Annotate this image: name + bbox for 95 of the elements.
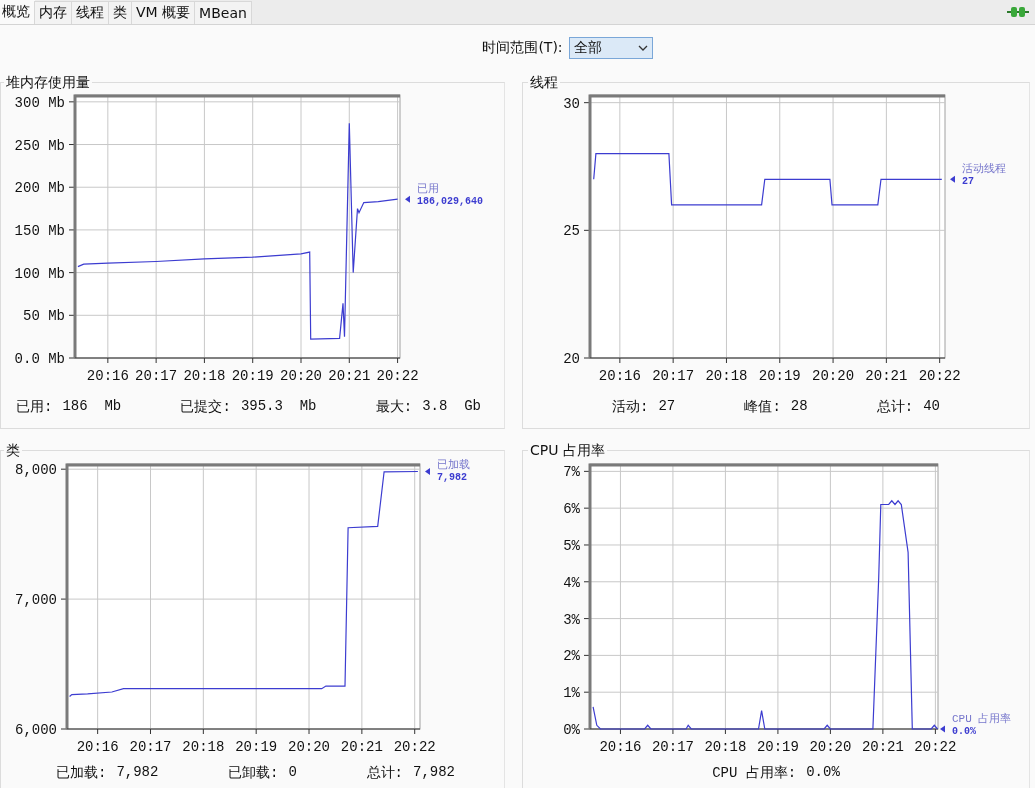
axis-label: 20:22 (393, 739, 436, 755)
tab[interactable]: 内存 (34, 1, 72, 24)
axis-label: 6,000 (15, 722, 57, 738)
stat-value: 28 (790, 398, 808, 416)
time-range-dropdown[interactable]: 全部 (568, 37, 653, 59)
axis-label: 20:16 (599, 739, 642, 755)
stat-value: 40 (923, 398, 940, 416)
axis-label: 200 Mb (14, 180, 65, 197)
stat-label: 总计: (876, 398, 914, 416)
stat-value: 0.0% (806, 764, 840, 782)
axis-label: 20:16 (598, 368, 641, 384)
tab[interactable]: 概览 (0, 0, 35, 24)
legend-label: 已加载 (437, 459, 470, 471)
legend-value: 27 (962, 176, 974, 188)
legend-label: 活动线程 (962, 163, 1006, 176)
marker-icon (950, 175, 955, 183)
stat-label: 最大: (375, 398, 413, 416)
tab[interactable]: MBean (194, 1, 252, 24)
axis-label: 20:20 (809, 739, 852, 755)
stat-value: 7,982 (413, 764, 455, 782)
panel-title: 线程 (528, 73, 560, 91)
axis-label: 20:21 (340, 739, 383, 755)
axis-label: 2% (563, 648, 580, 665)
axis-label: 20:21 (861, 739, 904, 755)
marker-icon (425, 468, 430, 476)
axis-label: 20:20 (812, 368, 855, 384)
axis-label: 1% (563, 685, 580, 702)
axis-label: 6% (563, 501, 580, 518)
stat-label: 已卸载: (228, 764, 279, 782)
axis-label: 20:19 (758, 368, 801, 384)
connection-icon (1007, 6, 1029, 18)
panel-title: 类 (4, 441, 22, 459)
axis-label: 150 Mb (14, 222, 65, 239)
stat-label: CPU 占用率: (712, 764, 797, 782)
stat-label: 已用: (16, 398, 53, 416)
axis-label: 7% (563, 464, 580, 481)
panel-title: CPU 占用率 (528, 441, 607, 459)
stat-label: 总计: (366, 764, 403, 782)
axis-label: 50 Mb (23, 308, 65, 325)
legend-label: 已用 (417, 183, 439, 196)
axis-label: 20:17 (652, 368, 695, 384)
chevron-icon (637, 45, 648, 51)
axis-label: 7,000 (15, 592, 57, 609)
axis-label: 250 Mb (14, 137, 65, 154)
stat-value: 3.8 Gb (422, 398, 481, 416)
axis-label: 30 (563, 95, 580, 112)
tab[interactable]: 类 (108, 1, 132, 24)
axis-label: 20:17 (129, 739, 172, 755)
axis-label: 20:20 (288, 739, 331, 755)
stat-value: 0 (288, 764, 297, 782)
axis-label: 20:22 (918, 368, 961, 384)
axis-label: 20:20 (280, 368, 322, 384)
stat-value: 27 (658, 398, 676, 416)
axis-label: 20:19 (235, 739, 278, 755)
axis-label: 20:18 (183, 368, 226, 384)
axis-label: 0% (563, 722, 580, 738)
axis-label: 20:22 (376, 368, 419, 384)
axis-label: 20:18 (704, 739, 747, 755)
legend-value: 7,982 (437, 472, 467, 483)
axis-label: 3% (563, 611, 580, 628)
axis-label: 4% (563, 574, 580, 591)
stat-label: 已提交: (180, 398, 231, 416)
axis-label: 20:21 (865, 368, 908, 384)
axis-label: 20:18 (705, 368, 748, 384)
axis-label: 8,000 (15, 462, 57, 479)
axis-label: 25 (563, 223, 580, 240)
axis-label: 20:21 (328, 368, 371, 384)
time-range-label: 时间范围(T): (482, 39, 563, 57)
tab[interactable]: VM 概要 (131, 1, 196, 24)
axis-label: 100 Mb (14, 265, 65, 282)
stat-value: 395.3 Mb (240, 398, 317, 416)
legend-value: 0.0% (952, 726, 976, 737)
panel-title: 堆内存使用量 (4, 73, 92, 91)
legend-value: 186,029,640 (417, 196, 483, 208)
axis-label: 20:17 (651, 739, 694, 755)
axis-label: 20:16 (76, 739, 119, 755)
marker-icon (405, 195, 410, 203)
stat-label: 已加载: (56, 764, 107, 782)
axis-label: 0.0 Mb (14, 351, 65, 367)
stat-value: 186 Mb (62, 398, 122, 416)
axis-label: 20:16 (86, 368, 129, 384)
stat-label: 活动: (612, 398, 649, 416)
axis-label: 5% (563, 537, 580, 554)
axis-label: 20:19 (756, 739, 799, 755)
axis-label: 20:19 (231, 368, 274, 384)
marker-icon (940, 725, 945, 733)
axis-label: 20:18 (182, 739, 225, 755)
legend-label: CPU 占用率 (952, 713, 1012, 725)
axis-label: 300 Mb (14, 94, 65, 111)
stat-value: 7,982 (116, 764, 159, 782)
stat-label: 峰值: (744, 398, 781, 416)
axis-label: 20:17 (135, 368, 178, 384)
axis-label: 20 (563, 351, 580, 367)
axis-label: 20:22 (914, 739, 957, 755)
tab[interactable]: 线程 (71, 1, 109, 24)
